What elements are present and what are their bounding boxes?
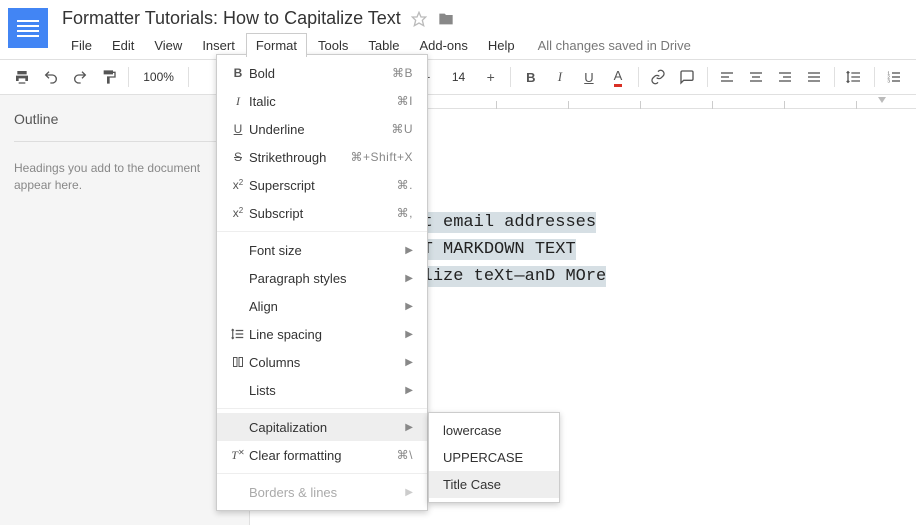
align-left-icon[interactable]	[714, 63, 741, 91]
format-italic[interactable]: I Italic ⌘I	[217, 87, 427, 115]
format-paragraph[interactable]: Paragraph styles▶	[217, 264, 427, 292]
format-lists[interactable]: Lists▶	[217, 376, 427, 404]
cap-uppercase[interactable]: UPPERCASE	[429, 444, 559, 471]
format-underline[interactable]: U Underline ⌘U	[217, 115, 427, 143]
menu-edit[interactable]: Edit	[103, 34, 143, 57]
format-capitalization[interactable]: Capitalization▶	[217, 413, 427, 441]
docs-app-icon[interactable]	[8, 8, 48, 48]
save-status: All changes saved in Drive	[538, 38, 691, 53]
chevron-right-icon: ▶	[405, 301, 413, 312]
text-color-icon[interactable]: A	[604, 63, 631, 91]
line-spacing-icon[interactable]	[841, 63, 868, 91]
redo-icon[interactable]	[66, 63, 93, 91]
chevron-right-icon: ▶	[405, 273, 413, 284]
clear-format-icon: T✕	[227, 448, 249, 463]
menu-format[interactable]: Format	[246, 33, 307, 57]
align-center-icon[interactable]	[743, 63, 770, 91]
bold-icon[interactable]: B	[517, 63, 544, 91]
underline-icon: U	[227, 122, 249, 136]
zoom-select[interactable]: 100%	[135, 70, 182, 84]
format-columns[interactable]: Columns▶	[217, 348, 427, 376]
menubar: File Edit View Insert Format Tools Table…	[62, 33, 916, 57]
format-subscript[interactable]: x2 Subscript ⌘,	[217, 199, 427, 227]
align-right-icon[interactable]	[772, 63, 799, 91]
sidebar-title: Outline	[14, 111, 235, 142]
numbered-list-icon[interactable]: 123	[881, 63, 908, 91]
capitalization-submenu: lowercase UPPERCASE Title Case	[428, 412, 560, 503]
font-size-input[interactable]: 14	[442, 70, 475, 84]
folder-icon[interactable]	[437, 11, 455, 27]
bold-icon: B	[227, 66, 249, 80]
undo-icon[interactable]	[37, 63, 64, 91]
menu-view[interactable]: View	[145, 34, 191, 57]
chevron-right-icon: ▶	[405, 329, 413, 340]
menu-file[interactable]: File	[62, 34, 101, 57]
format-strike[interactable]: S Strikethrough ⌘+Shift+X	[217, 143, 427, 171]
line-spacing-icon	[227, 327, 249, 341]
chevron-right-icon: ▶	[405, 487, 413, 498]
chevron-right-icon: ▶	[405, 245, 413, 256]
italic-icon[interactable]: I	[546, 63, 573, 91]
insert-comment-icon[interactable]	[674, 63, 701, 91]
sidebar-hint: Headings you add to the document appear …	[14, 160, 234, 194]
format-menu-dropdown: B Bold ⌘B I Italic ⌘I U Underline ⌘U S S…	[216, 54, 428, 511]
print-icon[interactable]	[8, 63, 35, 91]
strikethrough-icon: S	[227, 150, 249, 164]
paint-format-icon[interactable]	[95, 63, 122, 91]
format-superscript[interactable]: x2 Superscript ⌘.	[217, 171, 427, 199]
document-title[interactable]: Formatter Tutorials: How to Capitalize T…	[62, 8, 401, 29]
menu-help[interactable]: Help	[479, 34, 524, 57]
subscript-icon: x2	[227, 206, 249, 220]
cap-lowercase[interactable]: lowercase	[429, 417, 559, 444]
star-icon[interactable]	[411, 11, 427, 27]
outline-sidebar: Outline Headings you add to the document…	[0, 95, 250, 525]
align-justify-icon[interactable]	[801, 63, 828, 91]
columns-icon	[227, 356, 249, 368]
insert-link-icon[interactable]	[644, 63, 671, 91]
italic-icon: I	[227, 94, 249, 109]
chevron-right-icon: ▶	[405, 357, 413, 368]
underline-icon[interactable]: U	[575, 63, 602, 91]
format-linespacing[interactable]: Line spacing▶	[217, 320, 427, 348]
chevron-right-icon: ▶	[405, 385, 413, 396]
superscript-icon: x2	[227, 178, 249, 192]
format-fontsize[interactable]: Font size▶	[217, 236, 427, 264]
toolbar: 100% − 14 + B I U A 123	[0, 59, 916, 95]
font-size-inc-icon[interactable]: +	[477, 63, 504, 91]
format-bold[interactable]: B Bold ⌘B	[217, 59, 427, 87]
format-clear[interactable]: T✕ Clear formatting ⌘\	[217, 441, 427, 469]
format-align[interactable]: Align▶	[217, 292, 427, 320]
format-borders: Borders & lines▶	[217, 478, 427, 506]
cap-titlecase[interactable]: Title Case	[429, 471, 559, 498]
svg-text:3: 3	[888, 78, 891, 83]
chevron-right-icon: ▶	[405, 422, 413, 433]
